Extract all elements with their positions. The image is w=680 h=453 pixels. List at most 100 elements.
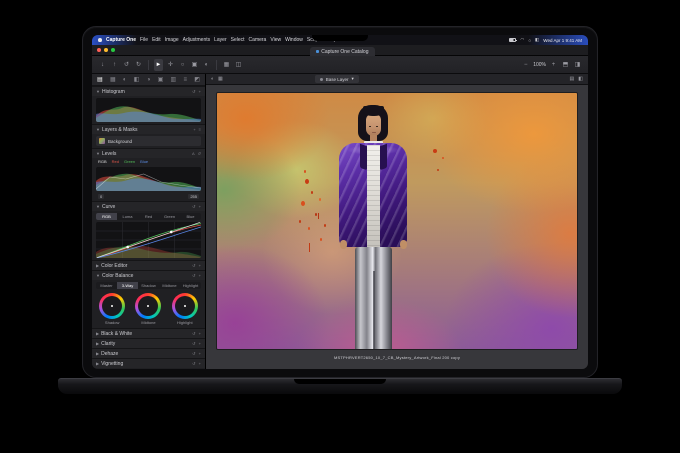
wheel-handle[interactable] <box>184 305 186 307</box>
panel-header-levels[interactable]: ▼ Levels A ↺ <box>92 148 205 158</box>
disclosure-icon[interactable]: ▶ <box>96 361 99 366</box>
tab-capture-icon[interactable]: ◐ <box>123 77 127 83</box>
panel-header-curve[interactable]: ▼ Curve ↺ + <box>92 201 205 211</box>
focus-mask-icon[interactable]: ◧ <box>578 76 583 82</box>
disclosure-icon[interactable]: ▶ <box>96 351 99 356</box>
tab-styles-icon[interactable]: ▥ <box>171 76 177 83</box>
layer-row-background[interactable]: Background <box>96 136 201 146</box>
wheel-handle[interactable] <box>111 305 113 307</box>
reset-icon[interactable]: ↺ <box>192 361 195 366</box>
menu-view[interactable]: View <box>270 37 281 43</box>
import-icon[interactable]: ↓ <box>98 59 107 71</box>
reset-icon[interactable]: ↺ <box>192 331 195 336</box>
preset-icon[interactable]: + <box>199 361 201 366</box>
edited-photo[interactable] <box>217 93 577 349</box>
cb-tab-shadow[interactable]: Shadow <box>138 282 159 289</box>
control-center-icon[interactable]: ◧ <box>535 37 539 43</box>
cb-tab-master[interactable]: Master <box>96 282 117 289</box>
loupe-tool-icon[interactable]: ○ <box>178 59 187 71</box>
panel-header-dehaze[interactable]: ▶ Dehaze ↺ + <box>92 348 205 358</box>
zoom-window-button[interactable] <box>111 48 115 52</box>
levels-histogram-graph[interactable] <box>96 167 201 191</box>
midtone-color-wheel[interactable] <box>135 293 161 319</box>
tab-details-icon[interactable]: ▣ <box>158 76 164 83</box>
auto-levels-icon[interactable]: A <box>192 151 195 156</box>
proof-icon[interactable]: ▦ <box>218 76 223 82</box>
cb-tab-midtone[interactable]: Midtone <box>159 282 180 289</box>
wifi-icon[interactable]: ◠ <box>520 37 524 43</box>
reset-icon[interactable]: ↺ <box>192 273 195 278</box>
tab-library-icon[interactable]: ▦ <box>110 76 116 83</box>
tab-color-icon[interactable]: ◧ <box>134 76 140 83</box>
preset-icon[interactable]: + <box>199 89 201 94</box>
before-after-icon[interactable]: ◐ <box>211 76 214 82</box>
preset-icon[interactable]: + <box>199 204 201 209</box>
preset-icon[interactable]: + <box>199 331 201 336</box>
crop-tool-icon[interactable]: ▣ <box>190 59 199 71</box>
compare-view-icon[interactable]: ◫ <box>234 59 243 71</box>
disclosure-icon[interactable]: ▼ <box>96 151 100 156</box>
highlight-color-wheel[interactable] <box>172 293 198 319</box>
levels-shadow-input[interactable]: 0 <box>98 194 104 199</box>
disclosure-icon[interactable]: ▶ <box>96 263 99 268</box>
zoom-out-icon[interactable]: − <box>521 59 530 71</box>
menu-edit[interactable]: Edit <box>152 37 161 43</box>
channel-green[interactable]: Green <box>124 159 135 164</box>
preset-icon[interactable]: + <box>199 351 201 356</box>
levels-highlight-input[interactable]: 255 <box>188 194 199 199</box>
disclosure-icon[interactable]: ▼ <box>96 127 100 132</box>
rotate-left-icon[interactable]: ↺ <box>122 59 131 71</box>
reset-icon[interactable]: ↺ <box>198 151 201 156</box>
reset-icon[interactable]: ↺ <box>192 204 195 209</box>
cb-tab-highlight[interactable]: Highlight <box>180 282 201 289</box>
disclosure-icon[interactable]: ▼ <box>96 89 100 94</box>
panel-header-histogram[interactable]: ▼ Histogram ↺ + <box>92 86 205 96</box>
menu-capture-one[interactable]: Capture One <box>106 37 136 43</box>
panel-header-clarity[interactable]: ▶ Clarity ↺ + <box>92 338 205 348</box>
add-layer-icon[interactable]: + <box>193 127 195 132</box>
grid-view-icon[interactable]: ▦ <box>222 59 231 71</box>
mask-tool-icon[interactable]: ◐ <box>202 59 211 71</box>
more-icon[interactable]: ≡ <box>199 127 201 132</box>
tab-output-icon[interactable]: ◩ <box>194 76 200 83</box>
menu-image[interactable]: Image <box>165 37 179 43</box>
zoom-in-icon[interactable]: + <box>549 59 558 71</box>
curve-tab-green[interactable]: Green <box>159 213 180 220</box>
channel-red[interactable]: Red <box>112 159 119 164</box>
disclosure-icon[interactable]: ▼ <box>96 204 100 209</box>
curve-tab-blue[interactable]: Blue <box>180 213 201 220</box>
reset-icon[interactable]: ↺ <box>192 351 195 356</box>
preset-icon[interactable]: + <box>199 341 201 346</box>
menu-adjustments[interactable]: Adjustments <box>183 37 211 43</box>
disclosure-icon[interactable]: ▼ <box>96 273 100 278</box>
tab-metadata-icon[interactable]: ≡ <box>183 77 187 83</box>
channel-rgb[interactable]: RGB <box>98 159 107 164</box>
menu-camera[interactable]: Camera <box>249 37 267 43</box>
menu-select[interactable]: Select <box>231 37 245 43</box>
disclosure-icon[interactable]: ▶ <box>96 331 99 336</box>
wheel-handle[interactable] <box>147 305 149 307</box>
reset-icon[interactable]: ↺ <box>192 89 195 94</box>
export-icon[interactable]: ↑ <box>110 59 119 71</box>
battery-icon[interactable] <box>509 38 516 42</box>
channel-blue[interactable]: Blue <box>140 159 148 164</box>
reset-icon[interactable]: ↺ <box>192 263 195 268</box>
minimize-window-button[interactable] <box>104 48 108 52</box>
panel-header-vignetting[interactable]: ▶ Vignetting ↺ + <box>92 358 205 368</box>
disclosure-icon[interactable]: ▶ <box>96 341 99 346</box>
fullscreen-icon[interactable]: ⬒ <box>561 59 570 71</box>
curve-tab-luma[interactable]: Luma <box>117 213 138 220</box>
menu-window[interactable]: Window <box>285 37 303 43</box>
panel-toggle-icon[interactable]: ◨ <box>573 59 582 71</box>
tab-adjust-icon[interactable]: ▤ <box>97 76 103 83</box>
pan-tool-icon[interactable]: ✛ <box>166 59 175 71</box>
menu-file[interactable]: File <box>140 37 148 43</box>
cb-tab-3way[interactable]: 3-Way <box>117 282 138 289</box>
preset-icon[interactable]: + <box>199 273 201 278</box>
info-overlay-icon[interactable]: ▤ <box>570 76 575 82</box>
panel-header-black-white[interactable]: ▶ Black & White ↺ + <box>92 328 205 338</box>
menubar-clock[interactable]: Wed Apr 1 9:41 AM <box>543 38 582 43</box>
curve-graph[interactable] <box>96 222 201 258</box>
panel-header-color-balance[interactable]: ▼ Color Balance ↺ + <box>92 270 205 280</box>
curve-tab-rgb[interactable]: RGB <box>96 213 117 220</box>
